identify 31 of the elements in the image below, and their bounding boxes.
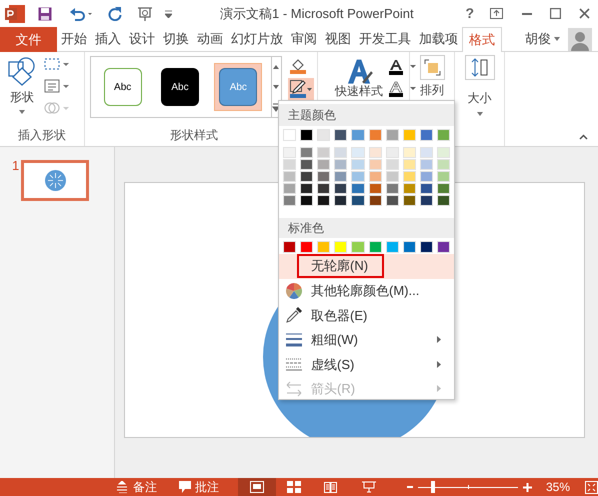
menu-item[interactable]: 无轮廓(N) (279, 254, 454, 278)
arrange-button[interactable]: 排列 (420, 84, 444, 97)
group-label: 插入形状 (17, 127, 67, 144)
group-label: 形状样式 (170, 127, 218, 144)
ribbon-tab[interactable]: 切换 (159, 27, 193, 52)
account-name[interactable]: 胡俊 (525, 29, 551, 49)
size-button[interactable]: 大小 (468, 91, 492, 105)
comments-button[interactable]: 批注 (178, 478, 219, 496)
window-title: 演示文稿1 - Microsoft PowerPoint (220, 4, 414, 23)
ribbon-tab[interactable]: 视图 (321, 27, 355, 52)
zoom-level[interactable]: 35% (546, 478, 570, 496)
quick-styles-button[interactable]: 快速样式 (335, 85, 383, 98)
notes-button[interactable]: 备注 (116, 478, 157, 496)
ribbon-tab[interactable]: 插入 (91, 27, 125, 52)
section-header: 标准色 (279, 218, 454, 238)
ribbon-tab[interactable]: 幻灯片放 (227, 27, 287, 52)
menu-item[interactable]: 其他轮廓颜色(M)... (279, 278, 454, 303)
menu-item[interactable]: 粗细(W) (279, 328, 454, 352)
file-tab[interactable]: 文件 (0, 27, 57, 52)
shapes-button[interactable]: 形状 (10, 90, 34, 104)
ribbon-tab[interactable]: 开始 (57, 27, 91, 52)
menu-item[interactable]: 取色器(E) (279, 303, 454, 328)
ribbon-tab[interactable]: 开发工具 (355, 27, 415, 52)
ribbon-tab[interactable]: 设计 (125, 27, 159, 52)
ribbon-tab[interactable]: 格式 (462, 27, 502, 52)
menu-item[interactable]: 虚线(S) (279, 352, 454, 376)
help-button[interactable]: ? (465, 3, 474, 24)
ribbon-tab[interactable]: 审阅 (287, 27, 321, 52)
section-header: 主题颜色 (279, 104, 454, 126)
slide-number: 1 (12, 159, 20, 172)
ribbon-tab[interactable]: 动画 (193, 27, 227, 52)
